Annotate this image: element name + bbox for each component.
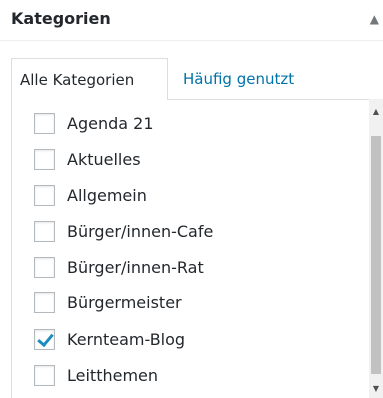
category-label: Allgemein [67, 185, 147, 205]
scroll-down-arrow-icon[interactable]: ▼ [369, 382, 383, 396]
category-item-buerger-innen-rat[interactable]: Bürger/innen-Rat [34, 255, 204, 279]
category-checkbox[interactable] [34, 112, 55, 134]
category-label: Bürger/innen-Cafe [67, 221, 214, 241]
category-label: Agenda 21 [67, 113, 154, 133]
scroll-thumb[interactable] [371, 136, 381, 374]
category-checkbox[interactable] [34, 364, 55, 386]
category-label: Leitthemen [67, 365, 159, 385]
category-item-buergermeister[interactable]: Bürgermeister [34, 290, 182, 314]
category-list-box: Agenda 21 Aktuelles Allgemein Bürger/inn… [11, 99, 383, 398]
tab-all-categories[interactable]: Alle Kategorien [11, 58, 168, 100]
category-list-scrollbar[interactable]: ▲ ▼ [369, 99, 383, 398]
category-checkbox[interactable] [34, 184, 55, 206]
category-checkbox-checked[interactable] [34, 328, 55, 350]
category-checkbox[interactable] [34, 291, 55, 313]
category-label: Kernteam-Blog [67, 329, 186, 349]
category-checkbox[interactable] [34, 148, 55, 170]
category-label: Aktuelles [67, 149, 141, 169]
category-label: Bürger/innen-Rat [67, 257, 204, 277]
category-item-buerger-innen-cafe[interactable]: Bürger/innen-Cafe [34, 219, 213, 243]
panel-title: Kategorien [11, 9, 111, 28]
collapse-arrow-icon[interactable]: ▲ [370, 12, 379, 26]
category-checkbox[interactable] [34, 256, 55, 278]
category-item-aktuelles[interactable]: Aktuelles [34, 147, 141, 171]
tab-frequently-used[interactable]: Häufig genutzt [183, 58, 294, 100]
category-label: Bürgermeister [67, 292, 182, 312]
category-item-agenda-21[interactable]: Agenda 21 [34, 111, 154, 135]
category-checkbox[interactable] [34, 220, 55, 242]
category-item-leitthemen[interactable]: Leitthemen [34, 363, 158, 387]
category-item-kernteam-blog[interactable]: Kernteam-Blog [34, 327, 185, 351]
category-item-allgemein[interactable]: Allgemein [34, 183, 147, 207]
scroll-up-arrow-icon[interactable]: ▲ [369, 105, 383, 119]
categories-panel-header[interactable]: Kategorien ▲ [0, 0, 383, 41]
